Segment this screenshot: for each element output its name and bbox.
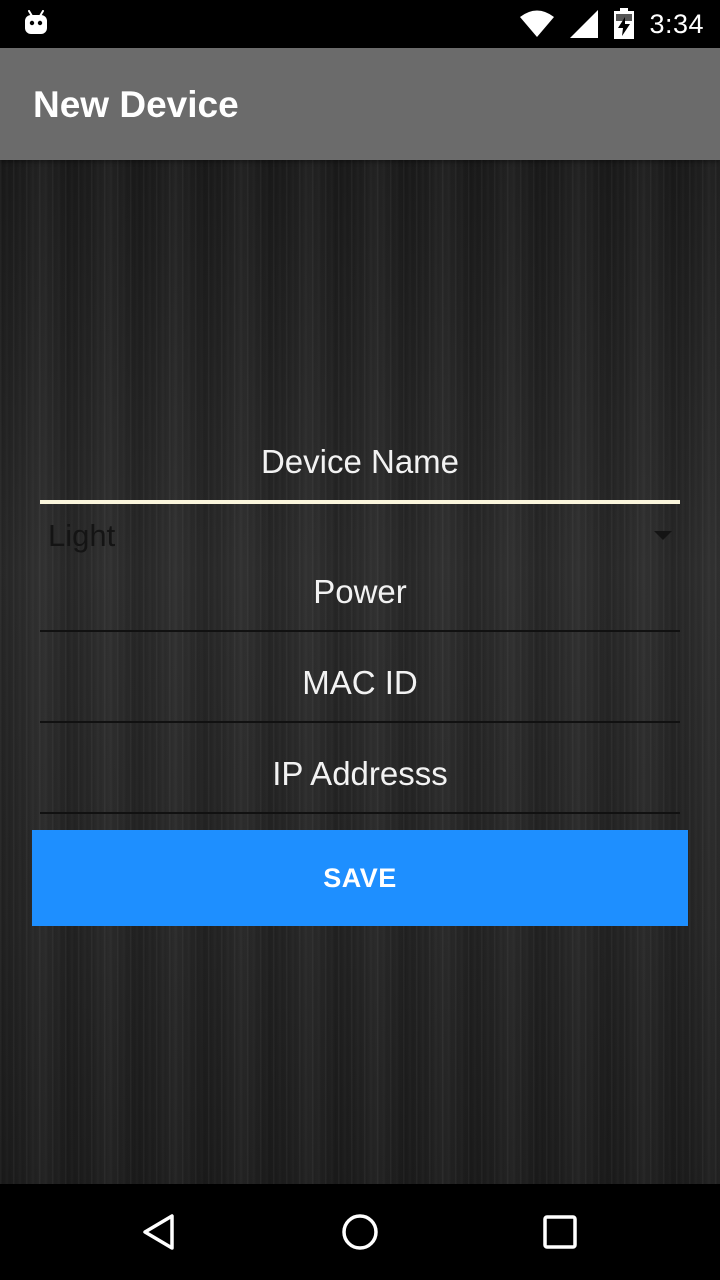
ip-address-input-hint: IP Addresss (272, 755, 448, 792)
home-icon[interactable] (336, 1208, 384, 1256)
status-bar: 3:34 (0, 0, 720, 48)
mac-id-input-hint: MAC ID (302, 664, 418, 701)
back-icon[interactable] (136, 1208, 184, 1256)
field-underline (40, 630, 680, 632)
cell-signal-icon (570, 10, 599, 38)
android-icon (25, 10, 47, 34)
save-button[interactable]: SAVE (32, 830, 688, 926)
field-underline (40, 500, 680, 504)
device-name-input-hint: Device Name (260, 443, 460, 480)
device-type-selected: Light (48, 518, 116, 553)
dropdown-arrow-icon (654, 531, 672, 540)
field-underline (40, 721, 680, 723)
mac-id-field[interactable]: MAC ID (40, 653, 680, 723)
recents-icon[interactable] (536, 1208, 584, 1256)
power-input-hint: Power (313, 573, 407, 610)
screen: 3:34 New Device Device Name Light Power … (0, 0, 720, 1280)
battery-charging-icon (614, 8, 635, 39)
form-container: Device Name Light Power MAC ID IP Addres… (0, 160, 720, 1184)
navigation-bar (0, 1184, 720, 1280)
page-title: New Device (33, 84, 239, 125)
power-field[interactable]: Power (40, 562, 680, 632)
ip-address-field[interactable]: IP Addresss (40, 744, 680, 814)
status-time: 3:34 (649, 8, 704, 39)
field-underline (40, 812, 680, 814)
status-icons: 3:34 (519, 0, 704, 48)
app-bar: New Device (0, 48, 720, 160)
wifi-icon (520, 10, 555, 37)
device-type-spinner[interactable]: Light (40, 512, 680, 568)
device-name-field[interactable]: Device Name (40, 432, 680, 504)
